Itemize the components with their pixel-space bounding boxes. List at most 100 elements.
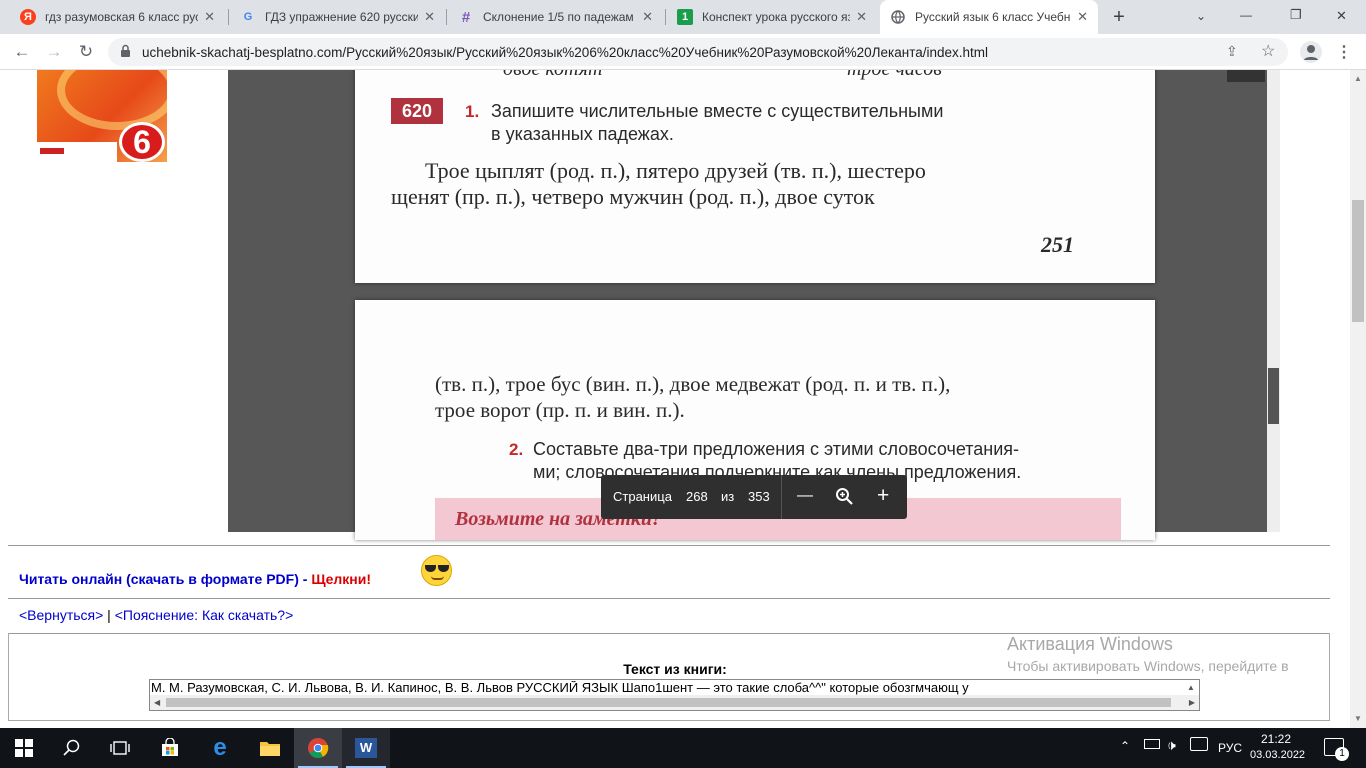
scroll-up-icon[interactable]: ▲ [1354, 74, 1362, 83]
divider [8, 598, 1330, 599]
cool-emoji-icon [421, 555, 452, 586]
chrome-icon[interactable] [294, 728, 342, 768]
nav-links-row: <Вернуться> | <Пояснение: Как скачать?> [19, 607, 293, 623]
hash-icon: # [461, 8, 471, 26]
windows-activation-subtitle: Чтобы активировать Windows, перейдите в [1007, 658, 1289, 674]
network-icon[interactable] [1190, 737, 1208, 751]
exercise-number-badge: 620 [391, 98, 443, 124]
task-view-icon[interactable] [96, 728, 144, 768]
tab-search-chevron-icon[interactable]: ⌄ [1196, 9, 1206, 23]
tab-4[interactable]: 1 Конспект урока русского яз ✕ [667, 0, 877, 34]
read-online-link[interactable]: Читать онлайн (скачать в формате PDF) - [19, 571, 311, 587]
tab-separator [446, 9, 447, 25]
total-pages: 353 [748, 489, 770, 504]
divider [8, 545, 1330, 546]
new-tab-button[interactable]: + [1108, 6, 1130, 28]
volume-icon[interactable]: 🕩 [1167, 737, 1176, 754]
book-paragraph-line: трое ворот (пр. п. и вин. п.). [435, 398, 685, 422]
page-scrollbar-thumb[interactable] [1352, 200, 1364, 322]
doc-icon: 1 [677, 9, 693, 25]
scroll-up-icon[interactable]: ▲ [1183, 680, 1199, 695]
zoom-in-button[interactable]: + [877, 484, 889, 508]
horizontal-scrollbar[interactable]: ◀ ▶ [150, 695, 1199, 710]
clock-date[interactable]: 03.03.2022 [1250, 749, 1305, 761]
battery-icon[interactable] [1144, 739, 1160, 749]
tab-close-icon[interactable]: ✕ [424, 9, 435, 25]
task-number: 1. [465, 102, 480, 121]
link-separator: | [107, 607, 111, 623]
file-explorer-icon[interactable] [246, 728, 294, 768]
how-to-download-link[interactable]: <Пояснение: Как скачать?> [115, 607, 294, 623]
click-link[interactable]: Щелкни! [311, 571, 371, 587]
viewer-scrollbar[interactable] [1267, 70, 1280, 532]
scroll-left-icon[interactable]: ◀ [154, 698, 160, 707]
menu-kebab-icon[interactable]: ⋮ [1336, 42, 1352, 62]
edge-icon[interactable]: e [196, 728, 244, 768]
scroll-down-icon[interactable]: ▼ [1354, 714, 1362, 723]
clock-time[interactable]: 21:22 [1252, 732, 1300, 746]
lock-icon[interactable] [120, 44, 131, 63]
tab-title: Русский язык 6 класс Учебн [915, 10, 1071, 24]
tab-title: гдз разумовская 6 класс рус [45, 10, 199, 24]
tab-1[interactable]: Я гдз разумовская 6 класс рус ✕ [10, 0, 225, 34]
tab-close-icon[interactable]: ✕ [856, 9, 867, 25]
forward-arrow-icon[interactable]: → [42, 40, 66, 64]
book-text-line: трое часов [847, 70, 942, 81]
notifications-icon[interactable]: 1 [1324, 738, 1349, 761]
url-text[interactable]: uchebnik-skachatj-besplatno.com/Русский%… [142, 45, 988, 60]
browser-toolbar: ← → ↻ uchebnik-skachatj-besplatno.com/Ру… [0, 34, 1366, 70]
tab-close-icon[interactable]: ✕ [204, 9, 215, 25]
tab-strip: Я гдз разумовская 6 класс рус ✕ G ГДЗ уп… [0, 0, 1366, 34]
page-label: Страница [613, 489, 672, 504]
page-of-label: из [721, 489, 735, 504]
tab-2[interactable]: G ГДЗ упражнение 620 русский ✕ [230, 0, 445, 34]
toolbar-divider [781, 475, 782, 519]
viewer-scrollbar-thumb[interactable] [1268, 368, 1279, 424]
read-online-row: Читать онлайн (скачать в формате PDF) - … [19, 571, 371, 587]
windows-start-icon[interactable] [0, 728, 48, 768]
notification-count-badge: 1 [1335, 747, 1349, 761]
language-indicator[interactable]: РУС [1218, 741, 1242, 755]
tab-close-icon[interactable]: ✕ [1077, 9, 1088, 25]
book-text-area[interactable]: М. М. Разумовская, С. И. Львова, В. И. К… [149, 679, 1200, 711]
word-icon[interactable]: W [342, 728, 390, 768]
back-link[interactable]: <Вернуться> [19, 607, 103, 623]
horizontal-scrollbar-thumb[interactable] [166, 698, 1171, 707]
task-text: Составьте два-три предложения с этими сл… [533, 439, 1020, 459]
reload-icon[interactable]: ↻ [74, 40, 98, 64]
zoom-fit-icon[interactable] [835, 487, 853, 508]
tab-close-icon[interactable]: ✕ [642, 9, 653, 25]
page-toolbar: Страница 268 из 353 — + [601, 475, 907, 519]
profile-avatar-icon[interactable] [1300, 41, 1322, 63]
tab-title: Склонение 1/5 по падежам [483, 10, 634, 24]
bookmark-star-icon[interactable]: ☆ [1261, 41, 1275, 61]
book-page-251: двое котят трое часов 620 1. Запишите чи… [355, 70, 1155, 283]
current-page-input[interactable]: 268 [686, 489, 708, 504]
pdf-viewer[interactable]: двое котят трое часов 620 1. Запишите чи… [228, 70, 1280, 540]
book-paragraph-line: (тв. п.), трое бус (вин. п.), двое медве… [435, 372, 951, 396]
book-paragraph-line: Трое цыплят (род. п.), пятеро друзей (тв… [425, 158, 926, 183]
tab-3[interactable]: # Склонение 1/5 по падежам ✕ [448, 0, 663, 34]
viewer-sidebar-toggle[interactable] [1227, 70, 1265, 82]
address-bar[interactable]: uchebnik-skachatj-besplatno.com/Русский%… [108, 38, 1288, 66]
window-maximize-button[interactable]: ❐ [1290, 7, 1302, 23]
page-number: 251 [1041, 232, 1074, 257]
windows-activation-title: Активация Windows [1007, 634, 1173, 654]
tab-separator [665, 9, 666, 25]
tab-title: ГДЗ упражнение 620 русский [265, 10, 419, 24]
back-arrow-icon[interactable]: ← [10, 40, 34, 64]
store-icon[interactable] [146, 728, 194, 768]
window-minimize-button[interactable]: — [1240, 8, 1252, 22]
page-scrollbar[interactable]: ▲ ▼ [1350, 70, 1366, 728]
zoom-out-button[interactable]: — [797, 487, 813, 505]
book-cover-image[interactable]: 6 [37, 70, 167, 162]
window-close-button[interactable]: ✕ [1336, 8, 1347, 24]
page-content: 6 двое котят трое часов 620 1. Запишите … [0, 70, 1350, 728]
share-icon[interactable]: ⇪ [1226, 43, 1238, 60]
tab-5-active[interactable]: Русский язык 6 класс Учебн ✕ [880, 0, 1098, 34]
gdz-icon: G [243, 11, 253, 23]
show-hidden-icons-chevron-icon[interactable]: ⌃ [1120, 739, 1130, 753]
tab-title: Конспект урока русского яз [702, 10, 851, 24]
search-icon[interactable] [48, 728, 96, 768]
scroll-right-icon[interactable]: ▶ [1189, 698, 1195, 707]
